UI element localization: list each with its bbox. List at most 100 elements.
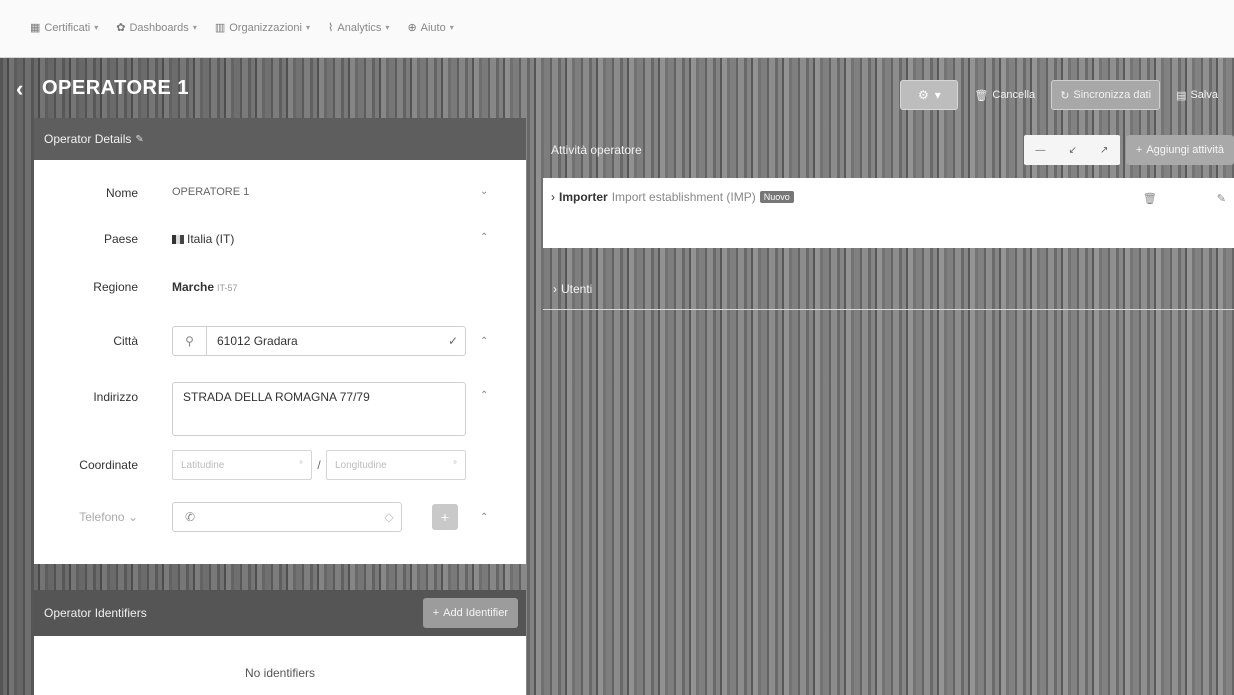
city-row: Città ⚲ 61012 Gradara ✓ ⌃ (34, 326, 526, 356)
activity-card: › Importer Import establishment (IMP) Nu… (543, 178, 1234, 248)
back-chevron-icon[interactable]: ‹ (16, 76, 23, 102)
activities-header: Attività operatore — ↙ ↗ + Aggiungi atti… (543, 130, 1234, 170)
operator-identifiers-header: Operator Identifiers + Add Identifier (34, 590, 526, 636)
view-toggle-group: — ↙ ↗ (1023, 135, 1120, 165)
slash-separator: / (317, 458, 321, 472)
menu-label: Aiuto (420, 21, 446, 34)
pencil-icon[interactable]: ✎ (135, 134, 143, 145)
operator-details-panel: Operator Details ✎ Nome OPERATORE 1 ⌄ Pa… (34, 118, 526, 564)
activity-name: Importer (559, 190, 608, 204)
operator-details-header: Operator Details ✎ (34, 118, 526, 160)
menu-label: Organizzazioni (229, 21, 302, 34)
add-identifier-button[interactable]: + Add Identifier (422, 598, 518, 628)
name-row: Nome OPERATORE 1 ⌄ (34, 186, 526, 200)
chevron-down-icon[interactable]: ⌃ (480, 390, 488, 401)
save-label: Salva (1190, 89, 1218, 101)
search-icon: ⚲ (173, 327, 207, 355)
expand-icon[interactable]: ↗ (1100, 145, 1108, 156)
coordinates-group: Latitudine ° / Longitudine ° (172, 450, 466, 480)
add-phone-button[interactable]: + (432, 504, 458, 530)
organization-icon: ▥ (214, 22, 226, 34)
sync-button[interactable]: ↻ Sincronizza dati (1051, 80, 1161, 110)
flag-icon (172, 235, 184, 244)
operator-details-body: Nome OPERATORE 1 ⌄ Paese Italia (IT) ⌃ R… (34, 160, 526, 564)
city-label: Città (113, 334, 138, 348)
certificate-icon: ▦ (30, 22, 41, 34)
save-icon: ▤ (1176, 89, 1187, 102)
chevron-down-icon[interactable]: ⌃ (480, 512, 488, 523)
phone-row: Telefono ⌄ ✆ ◇ + ⌃ (34, 502, 526, 532)
add-activity-label: Aggiungi attività (1146, 144, 1224, 156)
chevron-down-icon[interactable]: ⌃ (480, 232, 488, 243)
region-label: Regione (93, 280, 138, 294)
chevron-down-icon: ▾ (192, 23, 197, 32)
users-header[interactable]: › Utenti (543, 268, 1234, 310)
region-row: Regione Marche IT-57 (34, 280, 526, 294)
trash-icon[interactable]: 🗑 (1143, 192, 1157, 205)
degree-icon: ° (299, 459, 303, 471)
header-actions: ⚙ ▾ 🗑 Cancella ↻ Sincronizza dati ▤ Salv… (900, 80, 1226, 110)
settings-dropdown-button[interactable]: ⚙ ▾ (900, 80, 959, 110)
chevron-down-icon: ▾ (449, 23, 454, 32)
activity-item[interactable]: › Importer Import establishment (IMP) Nu… (551, 190, 794, 204)
add-activity-button[interactable]: + Aggiungi attività (1125, 135, 1234, 165)
city-search-input[interactable]: ⚲ 61012 Gradara ✓ (172, 326, 466, 356)
activities-tools: — ↙ ↗ + Aggiungi attività (1023, 135, 1234, 165)
region-name: Marche (172, 280, 215, 294)
trash-icon: 🗑 (974, 89, 989, 102)
name-label: Nome (105, 186, 138, 200)
address-label: Indirizzo (93, 390, 138, 404)
add-identifier-label: Add Identifier (443, 607, 508, 619)
status-badge: Nuovo (759, 191, 794, 203)
phone-icon: ✆ (184, 510, 196, 524)
activity-detail: Import establishment (IMP) (611, 190, 756, 204)
phone-type-dropdown[interactable]: Telefono ⌄ (34, 502, 150, 524)
chevron-down-icon[interactable]: ⌃ (480, 336, 488, 347)
chevron-right-icon: › (551, 190, 555, 204)
menu-analytics[interactable]: ⌇ Analytics ▾ (328, 21, 389, 35)
menu-label: Certificati (44, 21, 91, 34)
menu-label: Analytics (337, 21, 382, 34)
country-select[interactable]: Italia (IT) (172, 232, 234, 246)
city-value: 61012 Gradara (217, 334, 298, 348)
refresh-icon: ↻ (1060, 89, 1070, 102)
collapse-icon[interactable]: ↙ (1068, 145, 1076, 156)
latitude-placeholder: Latitudine (181, 459, 225, 471)
main-menu: ▦ Certificati ▾ ✿ Dashboards ▾ ▥ Organiz… (30, 21, 454, 35)
phone-input[interactable]: ✆ ◇ (172, 502, 402, 532)
minus-icon[interactable]: — (1035, 145, 1045, 156)
name-field[interactable]: OPERATORE 1 (172, 186, 249, 198)
menu-label: Dashboards (129, 21, 189, 34)
chevron-right-icon: › (553, 281, 557, 296)
country-row: Paese Italia (IT) ⌃ (34, 232, 526, 246)
clear-icon[interactable]: ◇ (377, 510, 401, 524)
menu-organizzazioni[interactable]: ▥ Organizzazioni ▾ (214, 21, 311, 35)
region-value: Marche IT-57 (172, 280, 238, 294)
sync-label: Sincronizza dati (1073, 89, 1152, 101)
coordinates-row: Coordinate Latitudine ° / Longitudine ° (34, 450, 526, 480)
dashboard-icon: ✿ (116, 22, 126, 34)
longitude-input[interactable]: Longitudine ° (326, 450, 466, 480)
operator-details-title: Operator Details (44, 132, 132, 146)
cancel-label: Cancella (992, 89, 1036, 101)
menu-certificati[interactable]: ▦ Certificati ▾ (30, 21, 98, 35)
coordinates-label: Coordinate (79, 458, 138, 472)
menu-aiuto[interactable]: ⊕ Aiuto ▾ (407, 21, 454, 35)
address-textarea[interactable]: STRADA DELLA ROMAGNA 77/79 (172, 382, 466, 436)
chevron-down-icon: ▾ (934, 88, 941, 102)
region-code: IT-57 (217, 283, 238, 293)
chevron-down-icon[interactable]: ⌄ (480, 186, 488, 197)
plus-icon: + (1135, 144, 1143, 156)
country-value: Italia (IT) (187, 232, 235, 246)
top-menu-bar: ▦ Certificati ▾ ✿ Dashboards ▾ ▥ Organiz… (0, 0, 1234, 58)
menu-dashboards[interactable]: ✿ Dashboards ▾ (116, 21, 197, 35)
cancel-button[interactable]: 🗑 Cancella (966, 80, 1043, 110)
chevron-down-icon: ▾ (306, 23, 311, 32)
save-button[interactable]: ▤ Salva (1168, 80, 1226, 110)
chevron-down-icon: ⌄ (127, 510, 138, 524)
check-icon: ✓ (447, 334, 459, 348)
latitude-input[interactable]: Latitudine ° (172, 450, 312, 480)
operator-identifiers-body: No identifiers (34, 636, 526, 695)
edit-icon[interactable]: ✎ (1217, 192, 1226, 205)
help-icon: ⊕ (407, 22, 417, 34)
